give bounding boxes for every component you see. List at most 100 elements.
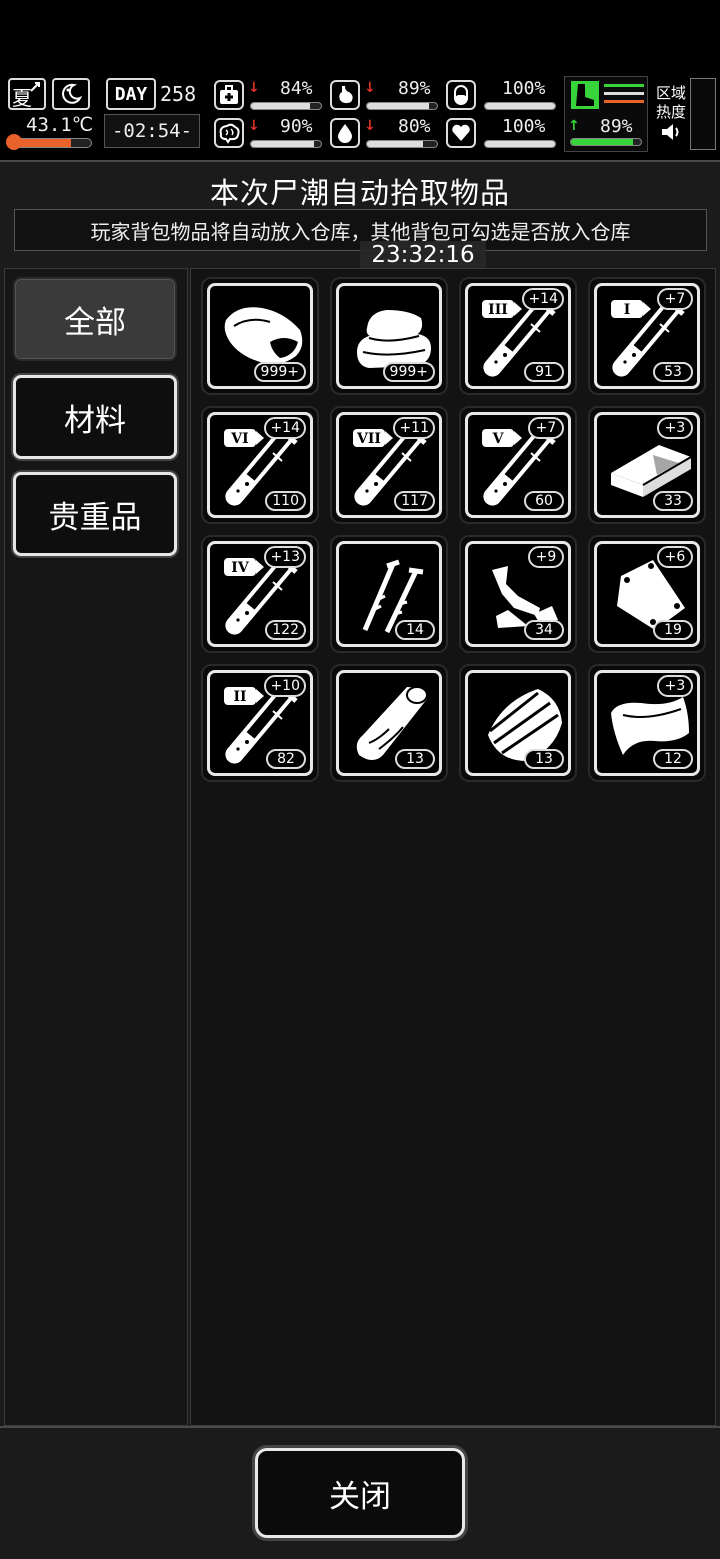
item-slot[interactable]: 13: [459, 664, 577, 782]
tab-all-label: 全部: [64, 304, 126, 341]
item-slot[interactable]: 14: [330, 535, 448, 653]
item-slot[interactable]: 999+: [330, 277, 448, 395]
item-slot-frame: VII +11 117: [336, 412, 442, 518]
speed-lines: [604, 84, 644, 106]
speaker-icon[interactable]: [660, 122, 682, 142]
item-count-badge: 53: [653, 362, 693, 382]
item-slot-frame: 13: [465, 670, 571, 776]
thirst-down-arrow: ↓: [364, 118, 376, 134]
item-slot-frame: 999+: [336, 283, 442, 389]
item-slot-frame: 999+: [207, 283, 313, 389]
item-count-badge: 12: [653, 749, 693, 769]
medkit-icon: [214, 80, 244, 110]
item-slot[interactable]: +6 19: [588, 535, 706, 653]
item-slot[interactable]: 13: [330, 664, 448, 782]
region-heat-meter: [690, 78, 716, 150]
season-indicator: 夏: [8, 78, 46, 110]
item-count-badge: 34: [524, 620, 564, 640]
clock-readout: -02:54-: [111, 120, 193, 142]
item-slot-frame: III +14 91: [465, 283, 571, 389]
item-slot-frame: II +10 82: [207, 670, 313, 776]
category-sidebar: 全部 材料 贵重品: [4, 268, 188, 1426]
pill-icon: [446, 80, 476, 110]
item-bonus-badge: +7: [528, 417, 564, 439]
item-count-badge: 999+: [382, 362, 435, 382]
item-bonus-badge: +3: [657, 417, 693, 439]
item-slot[interactable]: V +7 60: [459, 406, 577, 524]
auto-loot-panel: 本次尸潮自动拾取物品 玩家背包物品将自动放入仓库，其他背包可勾选是否放入仓库 2…: [0, 160, 720, 1559]
item-grid: 999+ 999+ III +14 91 I +7 53 VI +14 110 VII: [190, 268, 716, 1426]
item-count-badge: 14: [395, 620, 435, 640]
panel-title: 本次尸潮自动拾取物品: [209, 176, 510, 210]
close-button[interactable]: 关闭: [255, 1448, 465, 1538]
item-slot[interactable]: IV +13 122: [201, 535, 319, 653]
timestamp-overlay: 23:32:16: [360, 241, 486, 269]
clock-box: -02:54-: [104, 114, 200, 148]
temperature-readout: 43.1℃: [26, 114, 94, 136]
item-slot-frame: I +7 53: [594, 283, 700, 389]
item-bonus-badge: +13: [264, 546, 306, 568]
mood-value: 100%: [502, 116, 546, 137]
item-slot[interactable]: +3 12: [588, 664, 706, 782]
item-slot[interactable]: 999+: [201, 277, 319, 395]
svg-text:VI: VI: [230, 431, 248, 447]
item-bonus-badge: +11: [393, 417, 435, 439]
day-label: DAY: [114, 83, 148, 105]
item-bonus-badge: +9: [528, 546, 564, 568]
sanity-down-arrow: ↓: [248, 118, 260, 134]
svg-text:I: I: [624, 302, 631, 318]
stomach-icon: [330, 80, 360, 110]
item-bonus-badge: +6: [657, 546, 693, 568]
status-hud: 夏 43.1℃ DAY 258 -02:54- ↓ 84% ↓ 89% 100%…: [0, 74, 720, 156]
item-slot-frame: VI +14 110: [207, 412, 313, 518]
thirst-bar: [366, 140, 438, 148]
bottom-bar: 关闭: [0, 1426, 720, 1559]
item-count-badge: 33: [653, 491, 693, 511]
item-slot[interactable]: VII +11 117: [330, 406, 448, 524]
item-slot-frame: +9 34: [465, 541, 571, 647]
health-value: 84%: [280, 78, 313, 99]
item-bonus-badge: +14: [264, 417, 306, 439]
speed-up-arrow: ↑: [568, 118, 580, 134]
item-count-badge: 91: [524, 362, 564, 382]
item-bonus-badge: +14: [522, 288, 564, 310]
item-slot[interactable]: II +10 82: [201, 664, 319, 782]
item-slot-frame: 13: [336, 670, 442, 776]
tab-materials-label: 材料: [64, 402, 126, 439]
svg-text:V: V: [492, 431, 505, 447]
health-bar: [250, 102, 322, 110]
item-slot[interactable]: +9 34: [459, 535, 577, 653]
item-slot-frame: +3 33: [594, 412, 700, 518]
item-slot[interactable]: +3 33: [588, 406, 706, 524]
item-slot[interactable]: VI +14 110: [201, 406, 319, 524]
item-count-badge: 13: [524, 749, 564, 769]
item-slot[interactable]: III +14 91: [459, 277, 577, 395]
night-moon-icon: [52, 78, 90, 110]
day-number: 258: [160, 82, 197, 106]
item-slot-frame: V +7 60: [465, 412, 571, 518]
item-count-badge: 110: [265, 491, 306, 511]
speed-value: 89%: [600, 116, 633, 137]
mood-bar: [484, 140, 556, 148]
weather-icon: [30, 82, 40, 92]
thirst-value: 80%: [398, 116, 431, 137]
svg-text:IV: IV: [231, 560, 250, 576]
tab-all[interactable]: 全部: [13, 277, 177, 361]
item-bonus-badge: +3: [657, 675, 693, 697]
health-down-arrow: ↓: [248, 80, 260, 96]
day-label-box: DAY: [106, 78, 156, 110]
item-count-badge: 122: [265, 620, 306, 640]
item-slot-frame: IV +13 122: [207, 541, 313, 647]
heart-icon: [446, 118, 476, 148]
water-drop-icon: [330, 118, 360, 148]
svg-text:VII: VII: [356, 431, 381, 447]
svg-text:II: II: [233, 689, 246, 705]
item-slot[interactable]: I +7 53: [588, 277, 706, 395]
tab-valuables[interactable]: 贵重品: [13, 472, 177, 556]
svg-text:III: III: [488, 302, 508, 318]
item-slot-frame: +3 12: [594, 670, 700, 776]
region-heat-label: 区域 热度: [656, 84, 687, 121]
thermometer-icon: [6, 134, 22, 150]
tab-materials[interactable]: 材料: [13, 375, 177, 459]
item-count-badge: 82: [266, 749, 306, 769]
